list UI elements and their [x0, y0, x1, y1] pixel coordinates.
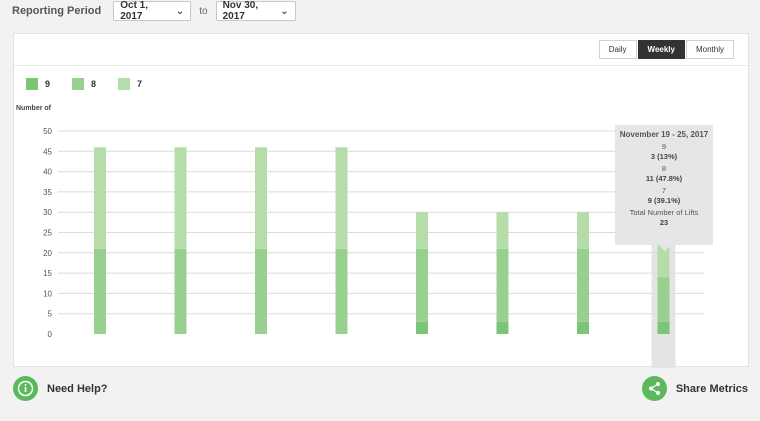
bar-segment-9[interactable] — [416, 321, 428, 334]
tooltip-caret — [659, 245, 671, 251]
bar-segment-7[interactable] — [255, 147, 267, 249]
bar-segment-8[interactable] — [657, 277, 670, 322]
tooltip-series-label: 7 — [661, 186, 667, 195]
tooltip-series-value: 9 (39.1%) — [647, 196, 681, 205]
bar-segment-7[interactable] — [416, 212, 428, 249]
bar-segment-8[interactable] — [335, 248, 348, 334]
end-date-select[interactable]: Nov 30, 2017 ⌄ — [215, 0, 296, 22]
y-tick-label: 30 — [43, 208, 52, 217]
tooltip-series-value: 3 (13%) — [650, 152, 678, 161]
share-metrics-label: Share Metrics — [675, 382, 748, 395]
y-tick-label: 5 — [48, 310, 53, 319]
tooltip-series-label: 9 — [661, 142, 667, 151]
bar-segment-8[interactable] — [496, 248, 509, 322]
share-metrics-link[interactable]: Share Metrics — [641, 376, 748, 401]
bar-segment-7[interactable] — [496, 212, 509, 249]
chart-tooltip: November 19 - 25, 2017 9 3 (13%) 8 11 (4… — [615, 125, 713, 251]
bar-segment-8[interactable] — [94, 248, 106, 334]
start-date-select[interactable]: Oct 1, 2017 ⌄ — [113, 0, 192, 22]
tooltip-total-value: 23 — [659, 218, 669, 227]
tooltip-series-label: 8 — [661, 164, 667, 173]
to-label: to — [199, 5, 208, 17]
bar-segment-7[interactable] — [577, 212, 589, 249]
y-tick-label: 50 — [43, 127, 52, 136]
y-tick-label: 10 — [43, 289, 52, 298]
need-help-label: Need Help? — [47, 382, 108, 395]
bar-segment-9[interactable] — [577, 321, 589, 334]
y-tick-label: 0 — [48, 330, 53, 339]
need-help-link[interactable]: Need Help? — [13, 376, 108, 401]
chevron-down-icon: ⌄ — [280, 5, 289, 17]
bar-segment-9[interactable] — [496, 321, 509, 334]
end-date-value: Nov 30, 2017 — [222, 0, 259, 22]
bar-segment-7[interactable] — [174, 147, 187, 249]
tooltip-total-label: Total Number of Lifts — [629, 208, 699, 217]
bar-segment-8[interactable] — [255, 248, 267, 334]
y-tick-label: 45 — [43, 147, 52, 156]
reporting-period-label: Reporting Period — [12, 5, 102, 17]
y-tick-label: 25 — [43, 229, 52, 238]
share-icon — [641, 376, 667, 401]
bar-segment-8[interactable] — [577, 248, 589, 322]
y-tick-label: 40 — [43, 168, 52, 177]
chevron-down-icon: ⌄ — [175, 5, 185, 17]
bar-segment-7[interactable] — [94, 147, 106, 249]
chart-panel: Daily Weekly Monthly 9 8 7 Number of 051… — [13, 33, 749, 368]
y-tick-label: 15 — [43, 269, 52, 278]
y-tick-label: 35 — [43, 188, 52, 197]
tooltip-series-value: 11 (47.8%) — [645, 174, 683, 183]
bar-segment-8[interactable] — [416, 248, 428, 322]
reporting-period-bar: Reporting Period Oct 1, 2017 ⌄ to Nov 30… — [12, 0, 296, 22]
bar-segment-8[interactable] — [174, 248, 187, 334]
bar-segment-7[interactable] — [335, 147, 348, 249]
tooltip-title: November 19 - 25, 2017 — [619, 130, 709, 139]
bar-segment-9[interactable] — [657, 321, 670, 334]
y-tick-label: 20 — [43, 249, 52, 258]
info-icon — [13, 376, 38, 401]
start-date-value: Oct 1, 2017 — [120, 0, 149, 22]
